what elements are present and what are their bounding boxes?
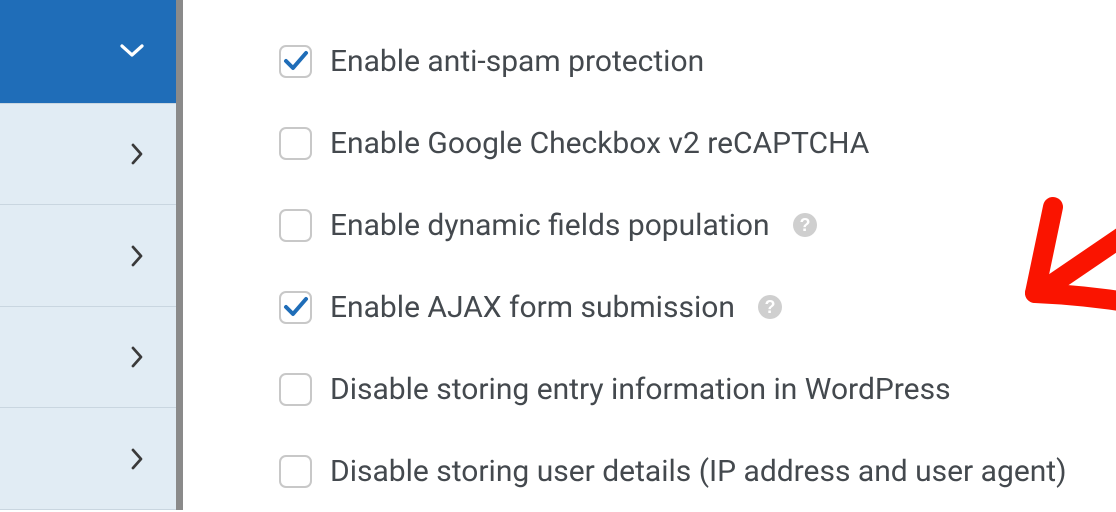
option-label: Enable Google Checkbox v2 reCAPTCHA <box>330 126 869 161</box>
sidebar-item-3[interactable] <box>0 307 176 409</box>
sidebar-item-2[interactable] <box>0 205 176 307</box>
option-row: Enable AJAX form submission ? <box>279 266 1116 348</box>
option-row: Enable Google Checkbox v2 reCAPTCHA <box>279 102 1116 184</box>
svg-text:?: ? <box>799 215 810 235</box>
chevron-right-icon <box>130 447 144 471</box>
checkbox-antispam[interactable] <box>279 45 312 78</box>
chevron-right-icon <box>130 244 144 268</box>
option-label: Enable AJAX form submission <box>330 290 735 325</box>
option-row: Enable dynamic fields population ? <box>279 184 1116 266</box>
checkbox-ajax-submission[interactable] <box>279 291 312 324</box>
option-label: Disable storing entry information in Wor… <box>330 372 951 407</box>
sidebar-item-active[interactable] <box>0 0 176 104</box>
svg-text:?: ? <box>764 297 775 317</box>
checkbox-disable-entry-storage[interactable] <box>279 373 312 406</box>
checkbox-dynamic-fields[interactable] <box>279 209 312 242</box>
option-label: Enable dynamic fields population <box>330 208 770 243</box>
option-row: Disable storing entry information in Wor… <box>279 348 1116 430</box>
help-icon[interactable]: ? <box>792 212 818 238</box>
option-label: Disable storing user details (IP address… <box>330 454 1067 489</box>
checkbox-disable-user-details[interactable] <box>279 455 312 488</box>
sidebar-item-1[interactable] <box>0 104 176 206</box>
vertical-divider <box>176 0 183 510</box>
help-icon[interactable]: ? <box>757 294 783 320</box>
chevron-right-icon <box>130 345 144 369</box>
chevron-down-icon <box>120 44 144 58</box>
settings-main: Enable anti-spam protection Enable Googl… <box>183 0 1116 510</box>
option-row: Enable anti-spam protection <box>279 20 1116 102</box>
checkbox-recaptcha[interactable] <box>279 127 312 160</box>
option-row: Disable storing user details (IP address… <box>279 430 1116 512</box>
option-label: Enable anti-spam protection <box>330 44 704 79</box>
sidebar-item-4[interactable] <box>0 408 176 510</box>
sidebar <box>0 0 176 510</box>
chevron-right-icon <box>130 142 144 166</box>
